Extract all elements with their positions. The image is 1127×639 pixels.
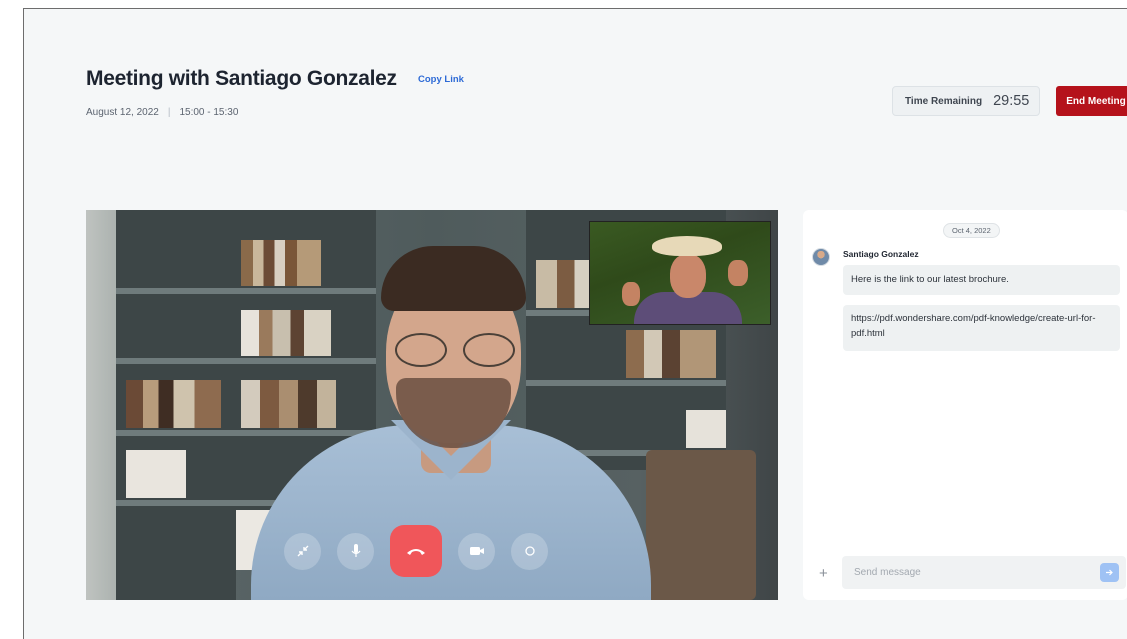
hang-up-button[interactable] — [390, 525, 442, 577]
meeting-date: August 12, 2022 — [86, 107, 159, 118]
time-remaining-value: 29:55 — [993, 93, 1030, 109]
send-button[interactable] — [1100, 563, 1119, 582]
copy-link-button[interactable]: Copy Link — [418, 74, 464, 85]
record-icon — [524, 546, 535, 556]
message-composer: + — [803, 556, 1127, 592]
page-title: Meeting with Santiago Gonzalez — [86, 67, 397, 90]
call-controls — [284, 525, 548, 577]
picture-in-picture-video[interactable] — [589, 221, 771, 325]
meeting-page: Meeting with Santiago Gonzalez Copy Link… — [23, 8, 1127, 639]
separator: | — [167, 107, 171, 118]
time-remaining-box: Time Remaining 29:55 — [892, 86, 1040, 116]
chat-date-badge: Oct 4, 2022 — [943, 223, 1000, 238]
message-sender: Santiago Gonzalez — [843, 249, 919, 259]
send-arrow-icon — [1106, 569, 1113, 576]
microphone-icon — [351, 544, 360, 557]
collapse-icon — [297, 545, 308, 557]
main-video[interactable] — [86, 210, 778, 600]
avatar — [812, 248, 830, 266]
add-attachment-icon[interactable]: + — [819, 565, 828, 582]
chat-message-link[interactable]: https://pdf.wondershare.com/pdf-knowledg… — [843, 305, 1120, 351]
time-remaining-label: Time Remaining — [905, 95, 983, 107]
chat-message: Here is the link to our latest brochure. — [843, 265, 1120, 295]
meeting-time-range: 15:00 - 15:30 — [179, 107, 239, 118]
meeting-schedule: August 12, 2022 | 15:00 - 15:30 — [86, 107, 238, 118]
collapse-button[interactable] — [284, 532, 321, 570]
microphone-button[interactable] — [337, 532, 374, 570]
record-button[interactable] — [511, 532, 548, 570]
hang-up-icon — [407, 549, 425, 555]
camera-icon — [469, 547, 484, 555]
camera-button[interactable] — [458, 532, 495, 570]
chat-panel: Oct 4, 2022 Santiago Gonzalez Here is th… — [803, 210, 1127, 600]
end-meeting-button[interactable]: End Meeting — [1056, 86, 1127, 116]
send-message-input[interactable] — [842, 556, 1126, 589]
